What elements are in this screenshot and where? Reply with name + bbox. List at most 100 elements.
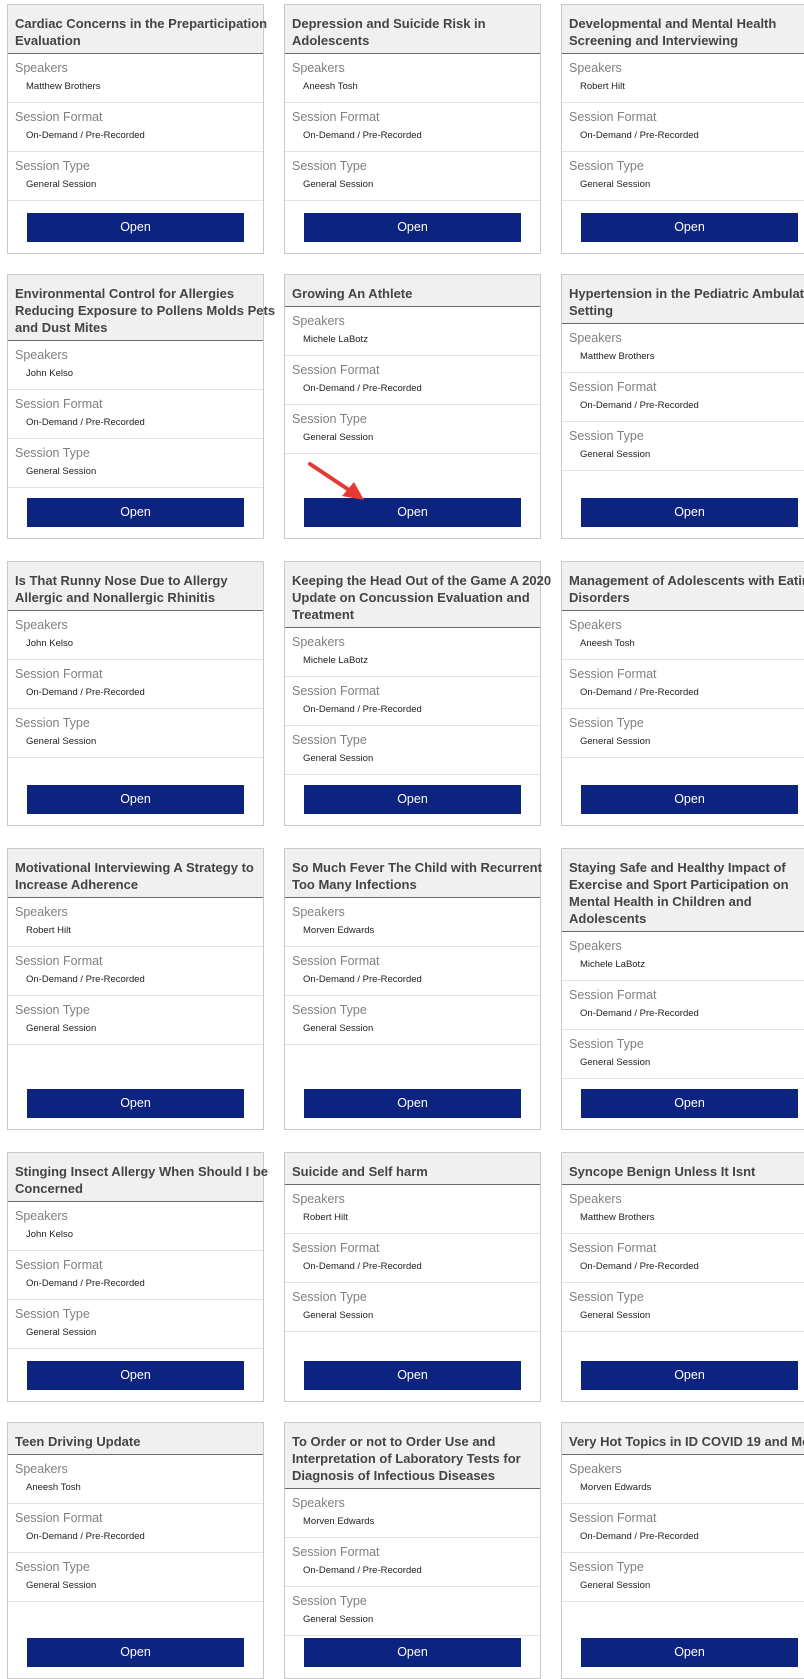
open-button[interactable]: Open	[27, 213, 244, 242]
session-format-label: Session Format	[15, 1258, 103, 1272]
session-card-header: Developmental and Mental Health Screening…	[562, 5, 804, 54]
speakers-value: Aneesh Tosh	[26, 1482, 81, 1493]
session-card: Cardiac Concerns in the Preparticipation…	[7, 4, 268, 254]
session-format-label: Session Format	[15, 954, 103, 968]
session-format-value: On-Demand / Pre-Recorded	[580, 1531, 699, 1542]
session-card-header: Staying Safe and Healthy Impact of Exerci…	[562, 849, 804, 932]
open-button[interactable]: Open	[581, 785, 798, 814]
session-title[interactable]: Stinging Insect Allergy When Should I be…	[15, 1163, 268, 1197]
session-title[interactable]: Growing An Athlete	[292, 285, 533, 302]
session-title[interactable]: Depression and Suicide Risk in Adolescent…	[292, 15, 533, 49]
session-title[interactable]: Environmental Control for Allergies Reduc…	[15, 285, 275, 336]
session-format-field: Session Format On-Demand / Pre-Recorded	[562, 660, 804, 709]
session-title-line: Allergic and Nonallergic Rhinitis	[15, 590, 216, 605]
session-title[interactable]: To Order or not to Order Use and Interpre…	[292, 1433, 533, 1484]
session-format-label: Session Format	[569, 988, 657, 1002]
session-type-label: Session Type	[15, 1307, 90, 1321]
session-title-line: Keeping the Head Out of the Game A 2020	[292, 573, 552, 588]
session-card: Teen Driving Update Speakers Aneesh Tosh Se…	[7, 1422, 264, 1679]
session-title[interactable]: Cardiac Concerns in the Preparticipation…	[15, 15, 268, 49]
session-title[interactable]: Keeping the Head Out of the Game A 2020 U…	[292, 572, 552, 623]
session-format-value: On-Demand / Pre-Recorded	[26, 417, 145, 428]
open-button[interactable]: Open	[27, 1089, 244, 1118]
session-type-value: General Session	[303, 1310, 374, 1321]
speakers-field: Speakers Michele LaBotz	[562, 932, 804, 981]
session-title-line: Management of Adolescents with Eating	[569, 573, 804, 588]
speakers-label: Speakers	[15, 1209, 68, 1223]
open-button[interactable]: Open	[581, 1361, 798, 1390]
session-card-header: Teen Driving Update	[8, 1423, 263, 1455]
open-button[interactable]: Open	[581, 213, 798, 242]
session-type-label: Session Type	[15, 1560, 90, 1574]
session-title[interactable]: Is That Runny Nose Due to Allergy Allergi…	[15, 572, 256, 606]
session-format-value: On-Demand / Pre-Recorded	[303, 704, 422, 715]
session-title[interactable]: Teen Driving Update	[15, 1433, 256, 1450]
session-card: Very Hot Topics in ID COVID 19 and More S…	[561, 1422, 804, 1679]
open-button[interactable]: Open	[27, 1638, 244, 1667]
session-format-field: Session Format On-Demand / Pre-Recorded	[8, 1504, 263, 1553]
session-format-field: Session Format On-Demand / Pre-Recorded	[8, 103, 263, 152]
session-title-line: Staying Safe and Healthy Impact of	[569, 860, 786, 875]
session-type-field: Session Type General Session	[562, 152, 804, 201]
session-type-value: General Session	[26, 1023, 97, 1034]
speakers-label: Speakers	[15, 618, 68, 632]
session-format-field: Session Format On-Demand / Pre-Recorded	[285, 1538, 540, 1587]
session-title-line: Motivational Interviewing A Strategy to	[15, 860, 254, 875]
session-format-field: Session Format On-Demand / Pre-Recorded	[8, 1251, 263, 1300]
speakers-label: Speakers	[569, 618, 622, 632]
session-format-label: Session Format	[292, 684, 380, 698]
session-title[interactable]: Developmental and Mental Health Screening…	[569, 15, 804, 49]
session-type-value: General Session	[580, 179, 651, 190]
session-format-field: Session Format On-Demand / Pre-Recorded	[562, 1234, 804, 1283]
open-button[interactable]: Open	[304, 1638, 521, 1667]
open-button[interactable]: Open	[304, 213, 521, 242]
session-title[interactable]: Very Hot Topics in ID COVID 19 and More	[569, 1433, 804, 1450]
session-type-value: General Session	[26, 1580, 97, 1591]
session-title-line: Is That Runny Nose Due to Allergy	[15, 573, 228, 588]
open-button[interactable]: Open	[27, 498, 244, 527]
speakers-value: Matthew Brothers	[580, 1212, 655, 1223]
speakers-field: Speakers Aneesh Tosh	[562, 611, 804, 660]
speakers-field: Speakers Matthew Brothers	[562, 324, 804, 373]
open-button[interactable]: Open	[304, 1361, 521, 1390]
open-button[interactable]: Open	[304, 1089, 521, 1118]
session-title[interactable]: Suicide and Self harm	[292, 1163, 533, 1180]
open-button[interactable]: Open	[304, 785, 521, 814]
session-title[interactable]: Hypertension in the Pediatric Ambulatory…	[569, 285, 804, 319]
open-button[interactable]: Open	[581, 1638, 798, 1667]
session-title[interactable]: So Much Fever The Child with Recurrent To…	[292, 859, 542, 893]
open-button[interactable]: Open	[581, 498, 798, 527]
session-card: Stinging Insect Allergy When Should I be…	[7, 1152, 268, 1402]
session-format-value: On-Demand / Pre-Recorded	[580, 1008, 699, 1019]
session-type-field: Session Type General Session	[562, 1030, 804, 1079]
session-type-value: General Session	[303, 179, 374, 190]
open-button[interactable]: Open	[581, 1089, 798, 1118]
open-button[interactable]: Open	[27, 1361, 244, 1390]
speakers-label: Speakers	[15, 1462, 68, 1476]
session-title-line: Very Hot Topics in ID COVID 19 and More	[569, 1434, 804, 1449]
open-button[interactable]: Open	[27, 785, 244, 814]
session-title[interactable]: Syncope Benign Unless It Isnt	[569, 1163, 804, 1180]
speakers-label: Speakers	[569, 939, 622, 953]
session-format-label: Session Format	[292, 954, 380, 968]
session-card: So Much Fever The Child with Recurrent To…	[284, 848, 542, 1130]
session-type-field: Session Type General Session	[8, 1553, 263, 1602]
speakers-value: Matthew Brothers	[580, 351, 655, 362]
session-title[interactable]: Motivational Interviewing A Strategy to I…	[15, 859, 256, 893]
session-type-field: Session Type General Session	[285, 405, 540, 454]
session-card-header: Stinging Insect Allergy When Should I be…	[8, 1153, 268, 1202]
session-type-label: Session Type	[15, 159, 90, 173]
session-title-line: Cardiac Concerns in the Preparticipation	[15, 16, 268, 31]
session-title[interactable]: Staying Safe and Healthy Impact of Exerci…	[569, 859, 804, 927]
speakers-value: Michele LaBotz	[303, 334, 368, 345]
session-title-line: Setting	[569, 303, 614, 318]
session-format-value: On-Demand / Pre-Recorded	[303, 383, 422, 394]
session-type-field: Session Type General Session	[285, 1587, 540, 1636]
session-format-field: Session Format On-Demand / Pre-Recorded	[562, 981, 804, 1030]
speakers-field: Speakers John Kelso	[8, 341, 263, 390]
session-type-field: Session Type General Session	[562, 1283, 804, 1332]
session-title[interactable]: Management of Adolescents with Eating Dis…	[569, 572, 804, 606]
session-type-value: General Session	[580, 736, 651, 747]
session-format-field: Session Format On-Demand / Pre-Recorded	[285, 677, 540, 726]
session-type-field: Session Type General Session	[562, 1553, 804, 1602]
